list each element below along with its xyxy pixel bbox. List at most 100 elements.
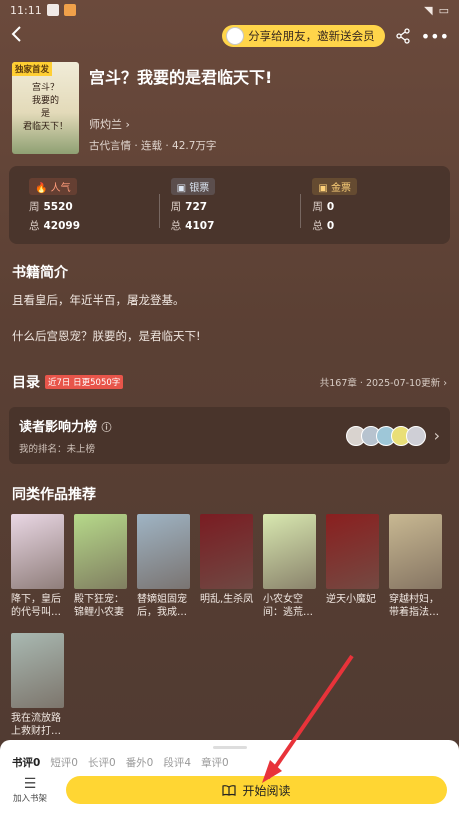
stat-head: ▣ 银票 xyxy=(170,178,301,195)
start-reading-label: 开始阅读 xyxy=(242,783,291,798)
toc-row[interactable]: 目录 近7日 日更5050字 共167章 · 2025-07-10更新 › xyxy=(0,344,459,392)
avatar xyxy=(405,425,426,446)
stat-total-label: 总 xyxy=(170,220,182,232)
recommend-book-title: 穿越村妇，带着指法… xyxy=(389,594,439,618)
stat-total-value: 42099 xyxy=(43,220,81,232)
recommend-title: 同类作品推荐 xyxy=(12,487,96,503)
author-name: 师灼兰 xyxy=(89,118,122,131)
book-title: 宫斗？我要的是君临天下! xyxy=(89,68,273,87)
notification-icon xyxy=(46,4,59,16)
influence-title-text: 读者影响力榜 xyxy=(19,420,98,435)
start-reading-button[interactable]: 开始阅读 xyxy=(66,776,447,804)
recommend-book-title: 殿下狂宠：锦鲤小农妻 xyxy=(74,594,124,618)
review-tabs: 书评0 短评0 长评0 番外0 段评4 章评0 xyxy=(0,749,459,770)
recommend-book-item[interactable]: 明乱,生杀凤 xyxy=(200,514,255,619)
share-invite-button[interactable]: 分享给朋友，邀新送会员 xyxy=(222,25,385,47)
avatar-group: › xyxy=(345,425,440,446)
recommend-book-item[interactable]: 我在流放路上救财打… xyxy=(11,633,66,738)
recommend-section-title: 同类作品推荐 xyxy=(0,464,459,504)
review-tab[interactable]: 章评0 xyxy=(201,755,229,770)
recommend-book-item[interactable]: 降下，皇后的代号叫… xyxy=(11,514,66,619)
stat-label: 人气 xyxy=(50,183,71,194)
review-tab[interactable]: 长评0 xyxy=(88,755,116,770)
stat-week-value: 727 xyxy=(185,201,208,213)
wifi-icon: ◥ xyxy=(424,3,433,17)
influence-title: 读者影响力榜 ⓘ xyxy=(19,416,112,435)
review-tab[interactable]: 番外0 xyxy=(126,755,154,770)
recommend-book-title: 我在流放路上救财打… xyxy=(11,713,61,737)
stat-label: 银票 xyxy=(189,183,210,194)
recommend-book-title: 小农女空间：逃荒… xyxy=(263,594,313,618)
action-row: ☰ 加入书架 开始阅读 xyxy=(0,770,459,804)
synopsis-title: 书籍简介 xyxy=(12,265,68,281)
toc-left: 目录 近7日 日更5050字 xyxy=(12,372,124,392)
bookshelf-icon: ☰ xyxy=(23,775,37,792)
update-tag-period: 近7日 xyxy=(48,378,71,388)
stat-total-label: 总 xyxy=(312,220,323,232)
recommend-book-cover xyxy=(11,633,64,708)
stat-week-label: 周 xyxy=(312,201,323,213)
share-icon[interactable] xyxy=(395,28,411,44)
synopsis-line: 什么后宫恩宠？朕要的，是君临天下! xyxy=(12,329,201,343)
recommend-book-cover xyxy=(74,514,127,589)
update-tag-amount: 日更5050字 xyxy=(73,378,121,388)
more-options-icon[interactable]: ••• xyxy=(421,27,449,46)
stat-silver-ticket[interactable]: ▣ 银票 周 727 总 4107 xyxy=(158,178,301,234)
synopsis-section: 书籍简介 且看皇后，年近半百，屠龙登基。 什么后宫恩宠？朕要的，是君临天下! xyxy=(0,244,459,344)
ticket-icon-badge: ▣ 银票 xyxy=(170,178,216,195)
update-tag: 近7日 日更5050字 xyxy=(45,375,124,389)
stat-popularity[interactable]: 🔥 人气 周 5520 总 42099 xyxy=(17,178,159,234)
cover-title-line: 君临天下！ xyxy=(22,122,68,132)
chevron-right-icon: › xyxy=(440,378,447,389)
bottom-panel: 书评0 短评0 长评0 番外0 段评4 章评0 ☰ 加入书架 开始阅读 xyxy=(0,740,459,816)
recommend-book-item[interactable]: 替嫡姐固宠后，我成… xyxy=(137,514,192,619)
stat-week: 周 727 xyxy=(171,199,301,214)
review-tab[interactable]: 段评4 xyxy=(163,755,191,770)
recommend-book-cover xyxy=(326,514,379,589)
cover-title-line: 是 xyxy=(40,109,50,119)
stat-total-label: 总 xyxy=(29,220,40,232)
app-notification-icon xyxy=(63,4,76,16)
stat-head: 🔥 人气 xyxy=(29,178,159,195)
toc-info-text: 共167章 · 2025-07-10更新 xyxy=(319,378,441,389)
toc-title: 目录 xyxy=(12,375,40,391)
top-nav: 分享给朋友，邀新送会员 ••• xyxy=(0,20,459,52)
reader-influence-card[interactable]: 读者影响力榜 ⓘ 我的排名：未上榜 › xyxy=(9,407,450,464)
recommend-grid: 降下，皇后的代号叫… 殿下狂宠：锦鲤小农妻 替嫡姐固宠后，我成… 明乱,生杀凤 小农女空… xyxy=(0,504,459,738)
review-tab[interactable]: 书评0 xyxy=(12,755,40,770)
status-bar: 11:11 ◥ ▭ xyxy=(0,0,459,20)
my-rank: 我的排名：未上榜 xyxy=(19,444,96,455)
chevron-right-icon: › xyxy=(433,426,440,445)
recommend-book-title: 明乱,生杀凤 xyxy=(200,594,254,605)
stat-total: 总0 xyxy=(312,218,442,233)
help-icon[interactable]: ⓘ xyxy=(102,423,112,434)
stat-head: ▣ 金票 xyxy=(312,178,442,195)
add-to-shelf-button[interactable]: ☰ 加入书架 xyxy=(10,775,50,804)
cover-title-line: 宫斗？ xyxy=(31,83,59,93)
recommend-book-cover xyxy=(137,514,190,589)
cover-title-art: 宫斗？ 我要的 是 君临天下！ xyxy=(16,82,75,134)
recommend-book-item[interactable]: 穿越村妇，带着指法… xyxy=(389,514,444,619)
stat-gold-ticket[interactable]: ▣ 金票 周0 总0 xyxy=(300,178,442,234)
stat-week-value: 0 xyxy=(326,201,335,213)
recommend-book-item[interactable]: 殿下狂宠：锦鲤小农妻 xyxy=(74,514,129,619)
status-left: 11:11 xyxy=(10,4,76,17)
recommend-book-item[interactable]: 逆天小魔妃 xyxy=(326,514,381,619)
cover-title-line: 我要的 xyxy=(31,96,59,106)
book-header: 独家首发 宫斗？ 我要的 是 君临天下！ 宫斗？我要的是君临天下! 师灼兰 › … xyxy=(0,52,459,154)
book-cover[interactable]: 独家首发 宫斗？ 我要的 是 君临天下！ xyxy=(12,62,79,154)
stat-week-value: 5520 xyxy=(43,201,73,213)
recommend-book-title: 降下，皇后的代号叫… xyxy=(11,594,61,618)
status-right: ◥ ▭ xyxy=(424,4,449,17)
stat-total: 总 42099 xyxy=(29,218,159,233)
back-button[interactable] xyxy=(10,24,34,49)
chevron-right-icon: › xyxy=(122,118,130,131)
review-tab[interactable]: 短评0 xyxy=(50,755,78,770)
back-arrow-icon xyxy=(11,25,21,42)
stat-week-label: 周 xyxy=(29,201,40,213)
battery-icon: ▭ xyxy=(438,3,449,17)
recommend-book-item[interactable]: 小农女空间：逃荒… xyxy=(263,514,318,619)
author-link[interactable]: 师灼兰 › xyxy=(89,116,447,132)
book-meta: 古代言情 · 连载 · 42.7万字 xyxy=(89,140,217,152)
status-time: 11:11 xyxy=(10,3,42,17)
